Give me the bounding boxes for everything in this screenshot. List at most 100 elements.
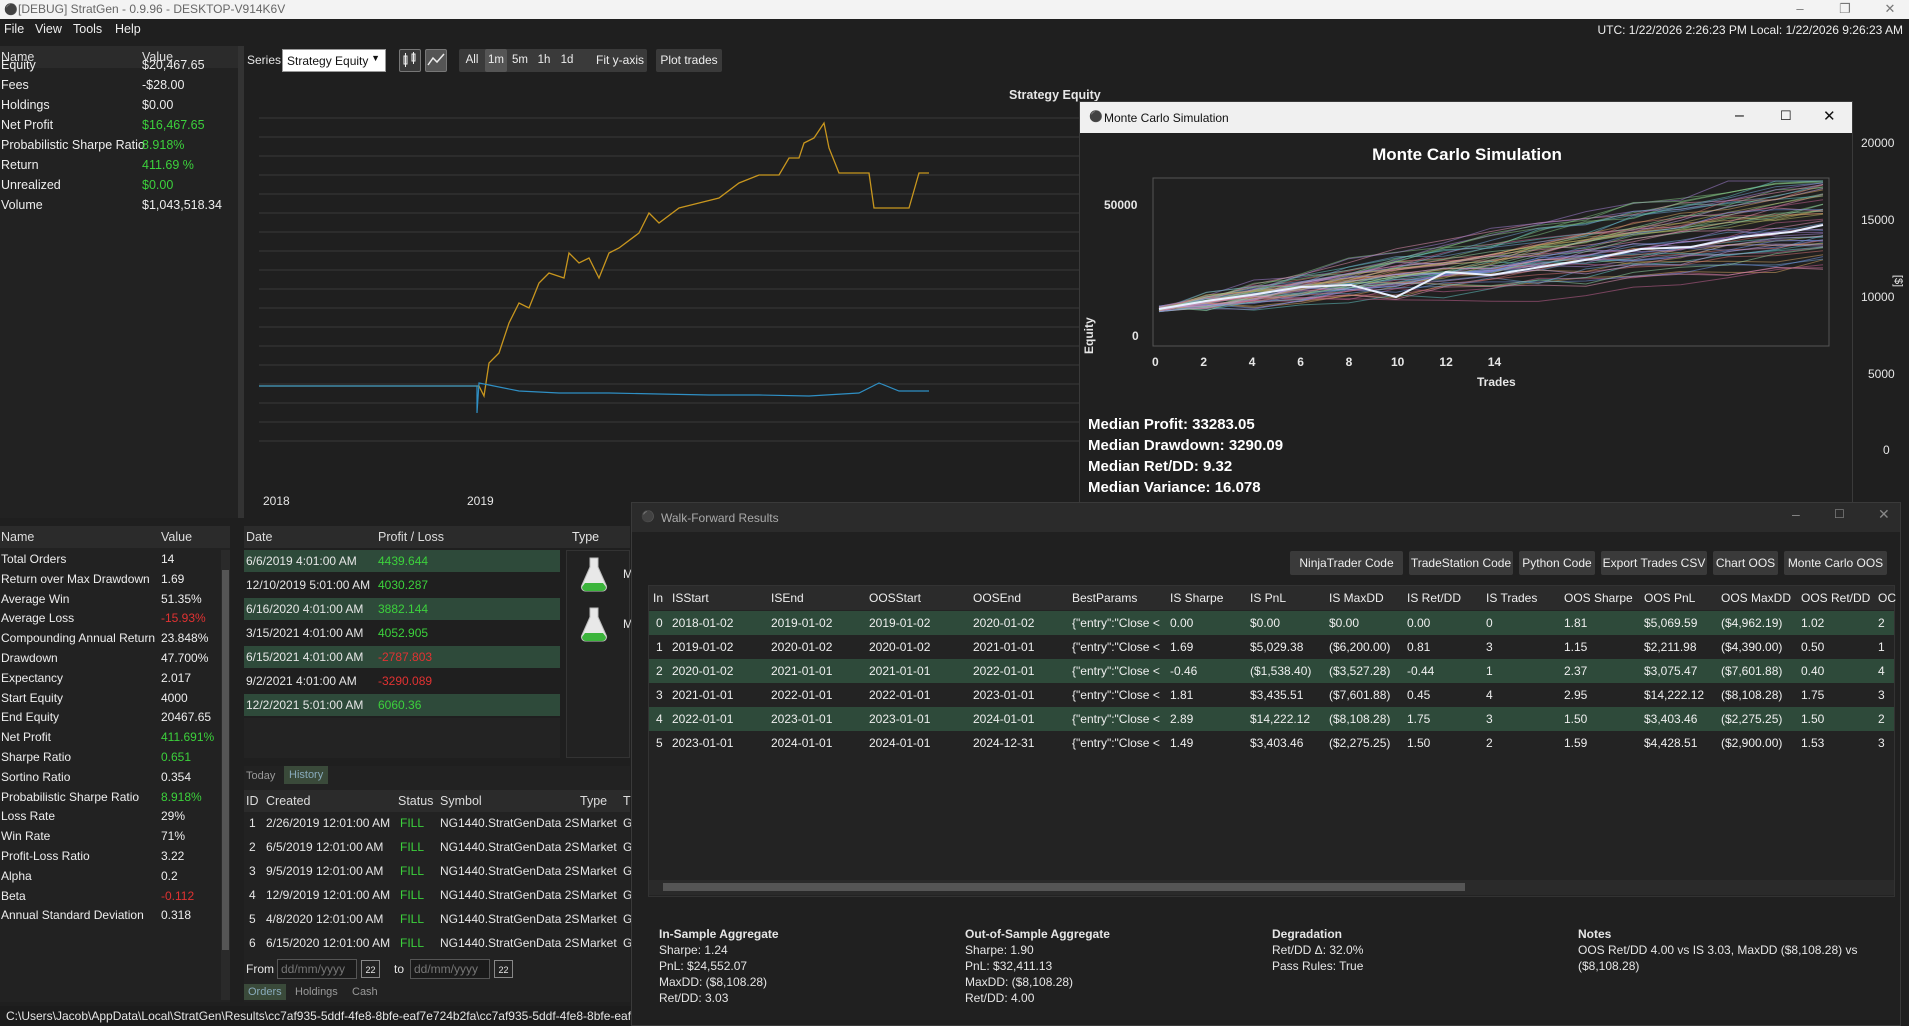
wf-table-row[interactable]: 5 2023-01-01 2024-01-01 2024-01-01 2024-12-3… <box>649 731 1894 755</box>
wf-cell: $14,222.12 <box>1250 712 1311 726</box>
wf-cell: 2022-01-01 <box>672 712 734 726</box>
wf-button-monte-carlo-oos[interactable]: Monte Carlo OOS <box>1784 551 1887 575</box>
tab-history[interactable]: History <box>284 766 329 784</box>
wf-cell: 2023-01-01 <box>973 688 1035 702</box>
wf-cell: {"entry":"Close < <box>1072 640 1160 654</box>
trade-row[interactable]: 12/2/2021 5:01:00 AM 6060.36 <box>244 694 560 716</box>
wf-button-tradestation-code[interactable]: TradeStation Code <box>1409 551 1513 575</box>
close-icon[interactable]: ✕ <box>1870 0 1909 17</box>
wf-cell: 2021-01-01 <box>771 664 833 678</box>
wf-column-header[interactable]: IS Trades <box>1486 591 1537 605</box>
trade-row[interactable]: 6/15/2021 4:01:00 AM -2787.803 <box>244 646 560 668</box>
tab-today[interactable]: Today <box>246 770 275 782</box>
orders-header-symbol: Symbol <box>440 794 482 808</box>
monte-carlo-titlebar: ⚫ Monte Carlo Simulation – ☐ ✕ <box>1080 102 1852 133</box>
minimize-icon[interactable]: – <box>1735 107 1744 125</box>
wf-column-header[interactable]: IS Sharpe <box>1170 591 1223 605</box>
stat-value: 23.848% <box>161 631 209 646</box>
wf-column-header[interactable]: ISStart <box>672 591 709 605</box>
wf-button-export-trades-csv[interactable]: Export Trades CSV <box>1601 551 1707 575</box>
wf-column-header[interactable]: In <box>653 591 663 605</box>
wf-hscrollbar[interactable] <box>649 880 1894 895</box>
range-1d[interactable]: 1d <box>556 49 578 72</box>
wf-cell: ($6,200.00) <box>1329 640 1391 654</box>
to-date-input[interactable]: dd/mm/yyyy <box>410 959 490 979</box>
wf-table-row[interactable]: 4 2022-01-01 2023-01-01 2023-01-01 2024-01-0… <box>649 707 1894 731</box>
menu-file[interactable]: File <box>4 22 24 36</box>
order-status: FILL <box>400 936 425 950</box>
candlestick-chart-icon[interactable] <box>399 49 421 72</box>
line-chart-icon[interactable] <box>425 49 447 72</box>
wf-cell: 1.81 <box>1170 688 1194 702</box>
wf-column-header[interactable]: OOS Ret/DD <box>1801 591 1870 605</box>
trade-row[interactable]: 6/6/2019 4:01:00 AM 4439.644 <box>244 550 560 572</box>
wf-cell: 3 <box>1486 712 1493 726</box>
trade-row[interactable]: 9/2/2021 4:01:00 AM -3290.089 <box>244 670 560 692</box>
order-symbol: NG1440.StratGenData 2S <box>440 936 580 950</box>
wf-hscroll-thumb[interactable] <box>663 883 1465 891</box>
restore-icon[interactable]: ❐ <box>1825 0 1865 17</box>
maximize-icon[interactable]: ☐ <box>1834 507 1845 521</box>
wf-cell: 2019-01-02 <box>771 616 833 630</box>
wf-button-ninjatrader-code[interactable]: NinjaTrader Code <box>1290 551 1403 575</box>
wf-column-header[interactable]: IS Ret/DD <box>1407 591 1461 605</box>
wf-cell: ($4,962.19) <box>1721 616 1783 630</box>
menu-bar: File View Tools Help UTC: 1/22/2026 2:26… <box>0 19 1909 40</box>
wf-column-header[interactable]: OOS PnL <box>1644 591 1695 605</box>
calendar-icon[interactable]: 22 <box>494 960 513 978</box>
tab-holdings[interactable]: Holdings <box>295 986 338 998</box>
from-date-input[interactable]: dd/mm/yyyy <box>277 959 357 979</box>
stats-scroll-thumb[interactable] <box>222 570 229 950</box>
tab-orders[interactable]: Orders <box>244 984 286 1000</box>
wf-cell: ($2,275.25) <box>1721 712 1783 726</box>
close-icon[interactable]: ✕ <box>1823 107 1836 125</box>
wf-cell: 2 <box>1486 736 1493 750</box>
plot-trades-button[interactable]: Plot trades <box>656 49 722 72</box>
maximize-icon[interactable]: ☐ <box>1780 108 1792 124</box>
range-1h[interactable]: 1h <box>534 49 554 72</box>
orders-header: ID Created Status Symbol Type T <box>244 790 631 812</box>
trade-row[interactable]: 12/10/2019 5:01:00 AM 4030.287 <box>244 574 560 596</box>
trade-row[interactable]: 6/16/2020 4:01:00 AM 3882.144 <box>244 598 560 620</box>
wf-column-header[interactable]: ISEnd <box>771 591 804 605</box>
series-dropdown[interactable]: Strategy Equity ▼ <box>282 49 386 72</box>
wf-table-row[interactable]: 3 2021-01-01 2022-01-01 2022-01-01 2023-01-0… <box>649 683 1894 707</box>
wf-cell: 4 <box>656 712 663 726</box>
trade-row[interactable]: 3/15/2021 4:01:00 AM 4052.905 <box>244 622 560 644</box>
wf-table-row[interactable]: 1 2019-01-02 2020-01-02 2020-01-02 2021-01-0… <box>649 635 1894 659</box>
fit-y-axis-button[interactable]: Fit y-axis <box>593 49 647 72</box>
wf-table-row[interactable]: 0 2018-01-02 2019-01-02 2019-01-02 2020-01-0… <box>649 611 1894 635</box>
wf-cell: 1 <box>656 640 663 654</box>
wf-column-header[interactable]: OOSEnd <box>973 591 1021 605</box>
mc-x-tick: 2 <box>1200 355 1208 369</box>
wf-cell: 2.89 <box>1170 712 1194 726</box>
trades-header-date: Date <box>246 530 273 544</box>
wf-column-header[interactable]: IS PnL <box>1250 591 1286 605</box>
wf-column-header[interactable]: OOSStart <box>869 591 921 605</box>
stats-scrollbar[interactable] <box>221 550 230 1000</box>
range-5m[interactable]: 5m <box>509 49 531 72</box>
menu-view[interactable]: View <box>35 22 62 36</box>
mc-x-tick: 10 <box>1391 355 1405 369</box>
wf-column-header[interactable]: OC <box>1878 591 1896 605</box>
range-1m[interactable]: 1m <box>485 49 507 72</box>
wf-table-row[interactable]: 2 2020-01-02 2021-01-01 2021-01-01 2022-01-0… <box>649 659 1894 683</box>
minimize-icon[interactable]: – <box>1792 506 1800 522</box>
close-icon[interactable]: ✕ <box>1878 506 1890 523</box>
wf-column-header[interactable]: IS MaxDD <box>1329 591 1384 605</box>
menu-help[interactable]: Help <box>115 22 141 36</box>
wf-cell: 3 <box>656 688 663 702</box>
wf-column-header[interactable]: BestParams <box>1072 591 1137 605</box>
minimize-icon[interactable]: – <box>1780 0 1820 17</box>
wf-column-header[interactable]: OOS Sharpe <box>1564 591 1633 605</box>
range-all[interactable]: All <box>462 49 482 72</box>
calendar-icon[interactable]: 22 <box>361 960 380 978</box>
wf-button-python-code[interactable]: Python Code <box>1519 551 1595 575</box>
wf-column-header[interactable]: OOS MaxDD <box>1721 591 1791 605</box>
wf-button-chart-oos[interactable]: Chart OOS <box>1713 551 1778 575</box>
tab-cash[interactable]: Cash <box>352 986 378 998</box>
menu-tools[interactable]: Tools <box>73 22 102 36</box>
wf-cell: 2.95 <box>1564 688 1588 702</box>
right-tick-20000: 20000 <box>1861 136 1895 150</box>
wf-cell: ($8,108.28) <box>1329 712 1391 726</box>
